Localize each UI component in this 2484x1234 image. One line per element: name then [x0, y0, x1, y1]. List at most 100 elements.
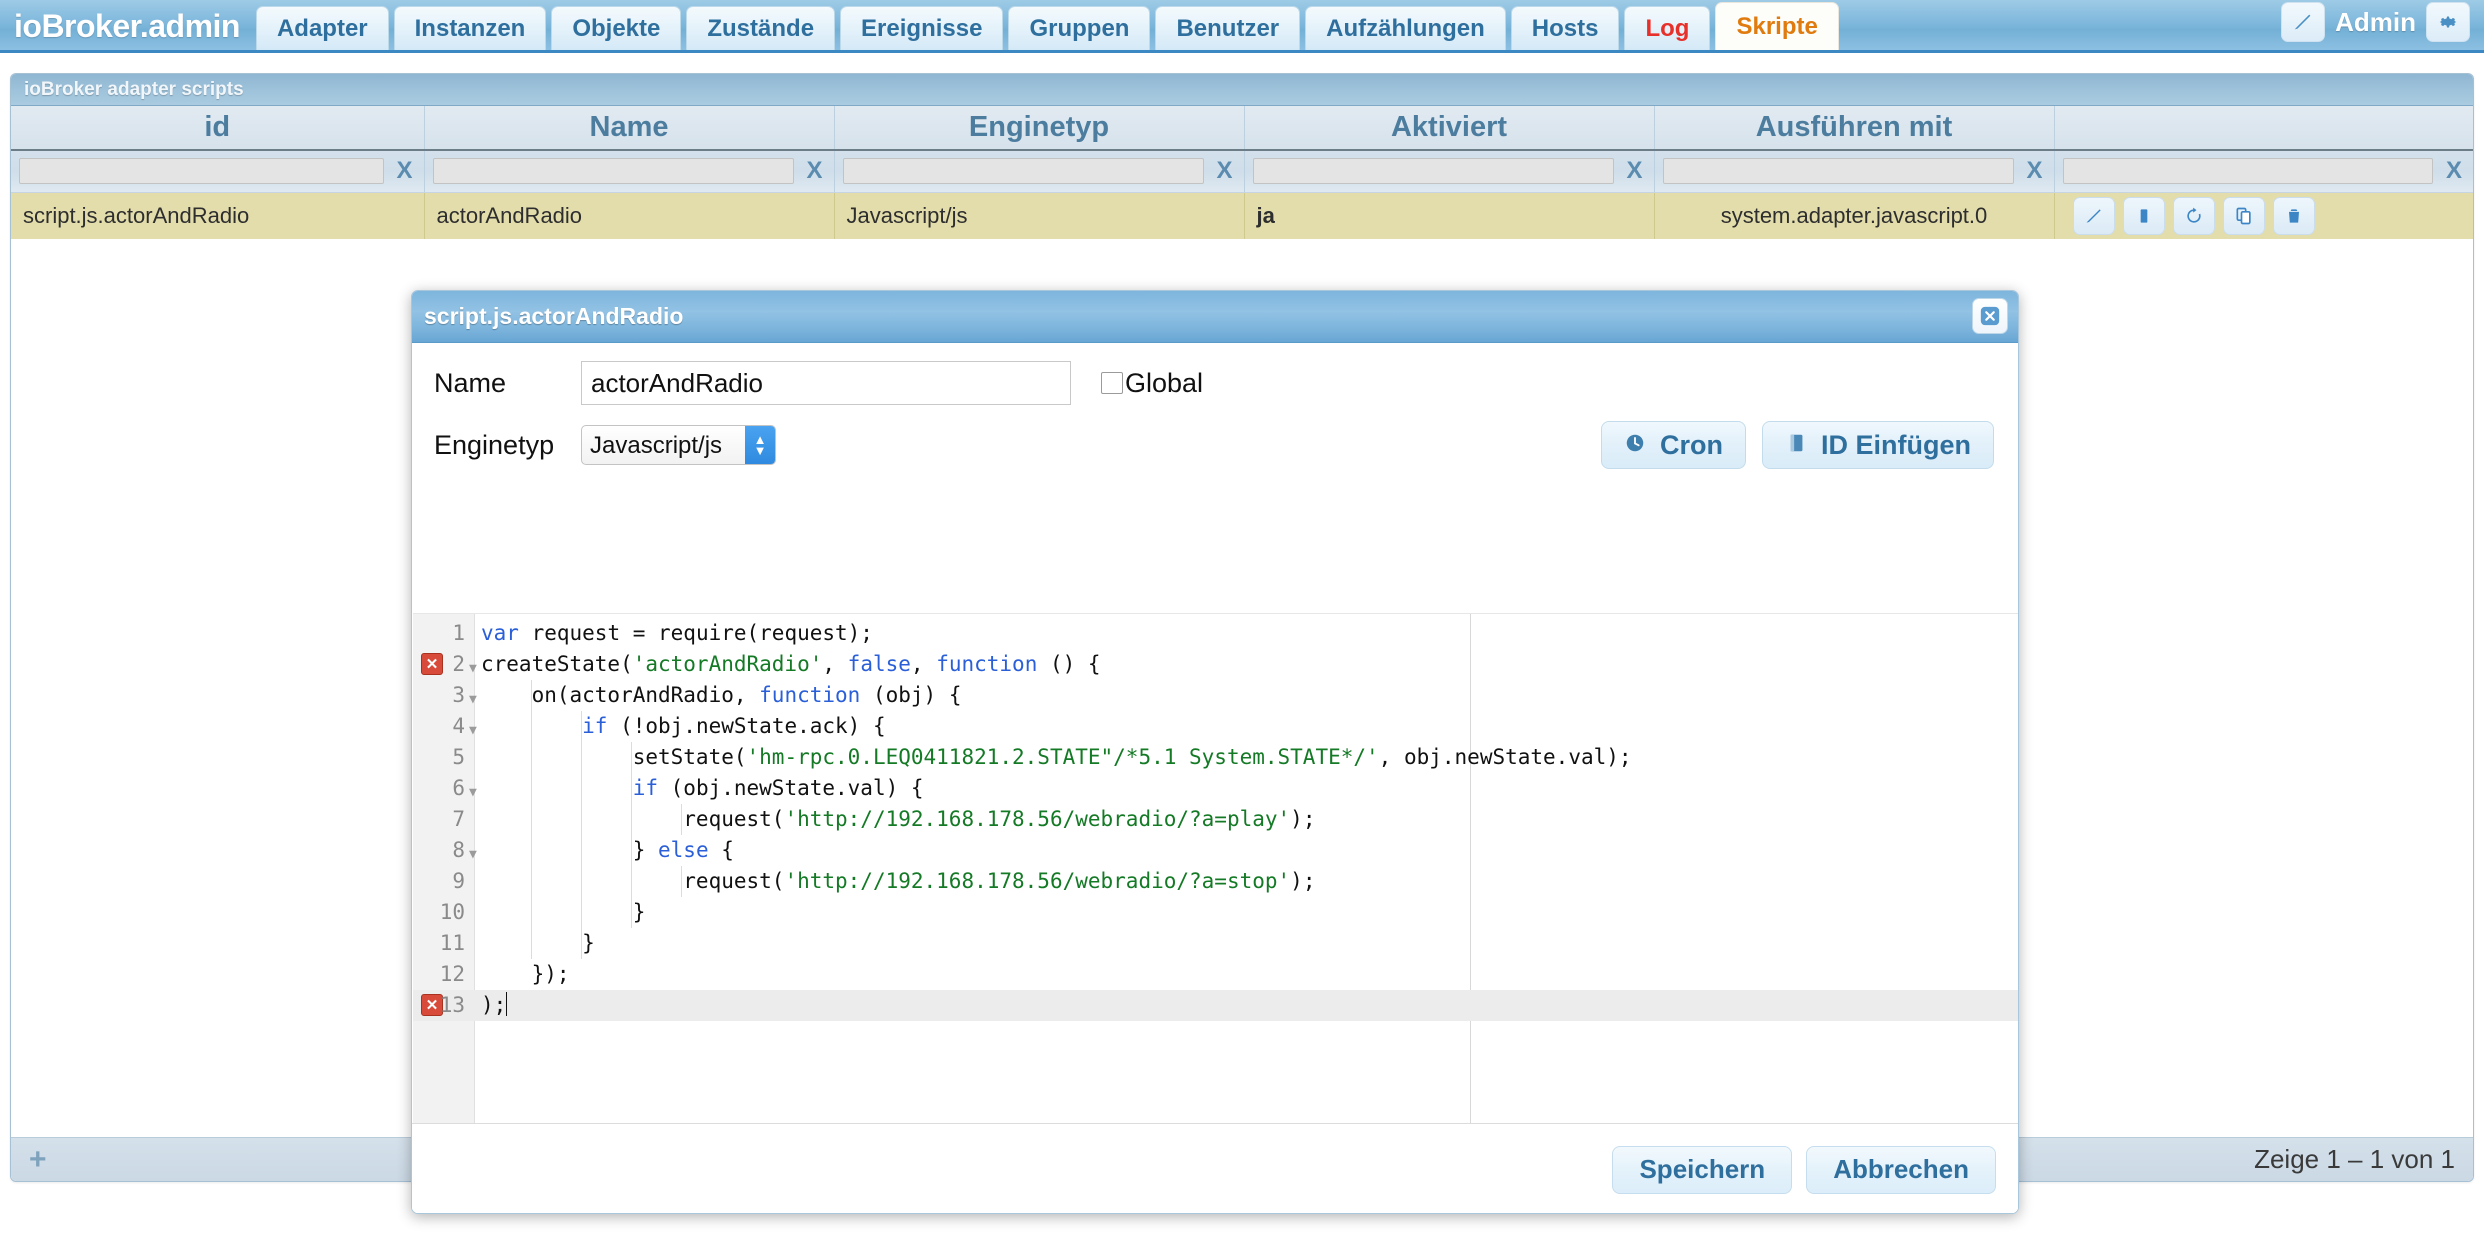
stop-icon[interactable]: [2122, 196, 2165, 235]
column-header-aktiviert[interactable]: Aktiviert: [1244, 106, 1655, 151]
add-script-button[interactable]: +: [29, 1144, 47, 1175]
line-number: 12: [439, 962, 465, 986]
line-number: 11: [439, 931, 465, 955]
table-header-row: id Name Enginetyp Aktiviert Ausführen mit: [11, 106, 2473, 151]
code-token-n: );: [1290, 869, 1316, 893]
cell-enginetyp: Javascript/js: [834, 192, 1245, 239]
code-token-n: }: [481, 900, 646, 924]
code-text: createState('actorAndRadio', false, func…: [481, 649, 1101, 680]
code-token-n: );: [1290, 807, 1316, 831]
column-header-enginetyp[interactable]: Enginetyp: [834, 106, 1245, 151]
global-checkbox[interactable]: [1101, 372, 1123, 394]
clock-icon: [1624, 430, 1646, 461]
code-token-n: (obj.newState.val) {: [658, 776, 924, 800]
code-token-s: 'actorAndRadio': [632, 652, 823, 676]
editor-line[interactable]: 9 request('http://192.168.178.56/webradi…: [413, 866, 2018, 897]
filter-clear-button-4[interactable]: X: [2024, 157, 2046, 185]
line-number: 8: [452, 838, 465, 862]
filter-wrapper: X: [1662, 157, 2046, 185]
table-row[interactable]: script.js.actorAndRadio actorAndRadio Ja…: [11, 192, 2473, 239]
nav-tab-ereignisse[interactable]: Ereignisse: [840, 6, 1004, 50]
code-token-k: if: [582, 714, 608, 738]
pencil-icon[interactable]: [2281, 2, 2326, 42]
editor-line[interactable]: 12 });: [413, 959, 2018, 990]
pencil-icon[interactable]: [2072, 196, 2115, 235]
filter-clear-button-0[interactable]: X: [394, 157, 416, 185]
line-number: 10: [439, 900, 465, 924]
filter-input-3[interactable]: [1252, 158, 1614, 185]
editor-line[interactable]: 7 request('http://192.168.178.56/webradi…: [413, 804, 2018, 835]
nav-tab-zust-nde[interactable]: Zustände: [686, 6, 836, 50]
row-action-buttons: [2067, 196, 2462, 235]
code-token-k: function: [759, 683, 861, 707]
filter-input-1[interactable]: [432, 158, 794, 185]
trash-icon[interactable]: [2272, 196, 2315, 235]
editor-line[interactable]: 1 var request = require(request);: [413, 618, 2018, 649]
enginetyp-row: Enginetyp Javascript/js ▲ ▼ Cron ID Einf…: [412, 409, 2018, 481]
code-editor[interactable]: 1 var request = require(request); ✕ 2 ▼ creat…: [413, 613, 2018, 1146]
code-token-n: );: [481, 993, 507, 1017]
column-header-id[interactable]: id: [11, 106, 425, 151]
editor-line[interactable]: ✕ 13);: [413, 990, 2018, 1021]
code-token-k: var: [481, 621, 519, 645]
cell-id: script.js.actorAndRadio: [11, 192, 425, 239]
global-checkbox-group[interactable]: Global: [1101, 368, 1203, 399]
global-label: Global: [1125, 367, 1204, 398]
gear-icon[interactable]: [2426, 2, 2470, 42]
nav-tab-adapter[interactable]: Adapter: [255, 6, 389, 50]
script-name-input[interactable]: [581, 361, 1071, 405]
editor-line[interactable]: 10 }: [413, 897, 2018, 928]
editor-line[interactable]: 3 ▼ on(actorAndRadio, function (obj) {: [413, 680, 2018, 711]
code-token-n: createState(: [481, 652, 633, 676]
code-text: setState('hm-rpc.0.LEQ0411821.2.STATE"/*…: [481, 742, 1632, 773]
column-header-ausf-hren-mit[interactable]: Ausführen mit: [1654, 106, 2055, 151]
filter-input-2[interactable]: [842, 158, 1204, 185]
nav-tab-objekte[interactable]: Objekte: [551, 6, 682, 50]
restart-icon[interactable]: [2172, 196, 2215, 235]
filter-wrapper: X: [19, 157, 416, 185]
code-text: });: [481, 959, 570, 990]
filter-cell-4: X: [1654, 150, 2055, 193]
column-header-actions[interactable]: [2054, 106, 2473, 151]
enginetyp-select-wrapper[interactable]: Javascript/js ▲ ▼: [581, 425, 776, 465]
editor-line[interactable]: 11 }: [413, 928, 2018, 959]
nav-tab-instanzen[interactable]: Instanzen: [393, 6, 547, 50]
filter-cell-1: X: [424, 150, 835, 193]
filter-clear-button-1[interactable]: X: [804, 157, 826, 185]
pagination-info: Zeige 1 – 1 von 1: [2254, 1144, 2455, 1174]
filter-clear-button-3[interactable]: X: [1624, 157, 1646, 185]
filter-clear-button-2[interactable]: X: [1214, 157, 1236, 185]
code-token-s: 'hm-rpc.0.LEQ0411821.2.STATE"/*5.1 Syste…: [746, 745, 1379, 769]
save-button[interactable]: Speichern: [1612, 1145, 1793, 1194]
editor-line[interactable]: 8 ▼ } else {: [413, 835, 2018, 866]
code-token-n: [481, 714, 582, 738]
editor-line[interactable]: 4 ▼ if (!obj.newState.ack) {: [413, 711, 2018, 742]
nav-tab-log[interactable]: Log: [1624, 6, 1711, 50]
cancel-button[interactable]: Abbrechen: [1806, 1145, 1996, 1194]
cron-button[interactable]: Cron: [1601, 421, 1746, 469]
close-icon[interactable]: [1972, 298, 2008, 334]
filter-clear-button-5[interactable]: X: [2443, 157, 2465, 185]
nav-tab-skripte[interactable]: Skripte: [1715, 2, 1839, 50]
filter-input-5[interactable]: [2062, 158, 2433, 185]
filter-input-0[interactable]: [19, 158, 384, 185]
code-text: } else {: [481, 835, 734, 866]
editor-line[interactable]: 6 ▼ if (obj.newState.val) {: [413, 773, 2018, 804]
insert-id-button[interactable]: ID Einfügen: [1762, 421, 1994, 469]
nav-tab-gruppen[interactable]: Gruppen: [1008, 6, 1151, 50]
enginetyp-label: Enginetyp: [434, 429, 555, 460]
editor-line[interactable]: ✕ 2 ▼ createState('actorAndRadio', false, f…: [413, 649, 2018, 680]
nav-tab-hosts[interactable]: Hosts: [1510, 6, 1620, 50]
dialog-body: Name Global Enginetyp Javascript/js ▲▼: [412, 343, 2018, 1213]
code-token-n: on(actorAndRadio,: [481, 683, 760, 707]
filter-wrapper: X: [2062, 157, 2466, 185]
column-header-name[interactable]: Name: [424, 106, 835, 151]
nav-tab-aufz-hlungen[interactable]: Aufzählungen: [1305, 6, 1506, 50]
code-token-k: if: [632, 776, 659, 800]
editor-line[interactable]: 5 setState('hm-rpc.0.LEQ0411821.2.STATE"…: [413, 742, 2018, 773]
code-text: on(actorAndRadio, function (obj) {: [481, 680, 962, 711]
filter-cell-5: X: [2054, 150, 2473, 193]
copy-icon[interactable]: [2222, 196, 2265, 235]
nav-tab-benutzer[interactable]: Benutzer: [1155, 6, 1301, 50]
filter-input-4[interactable]: [1662, 158, 2014, 185]
